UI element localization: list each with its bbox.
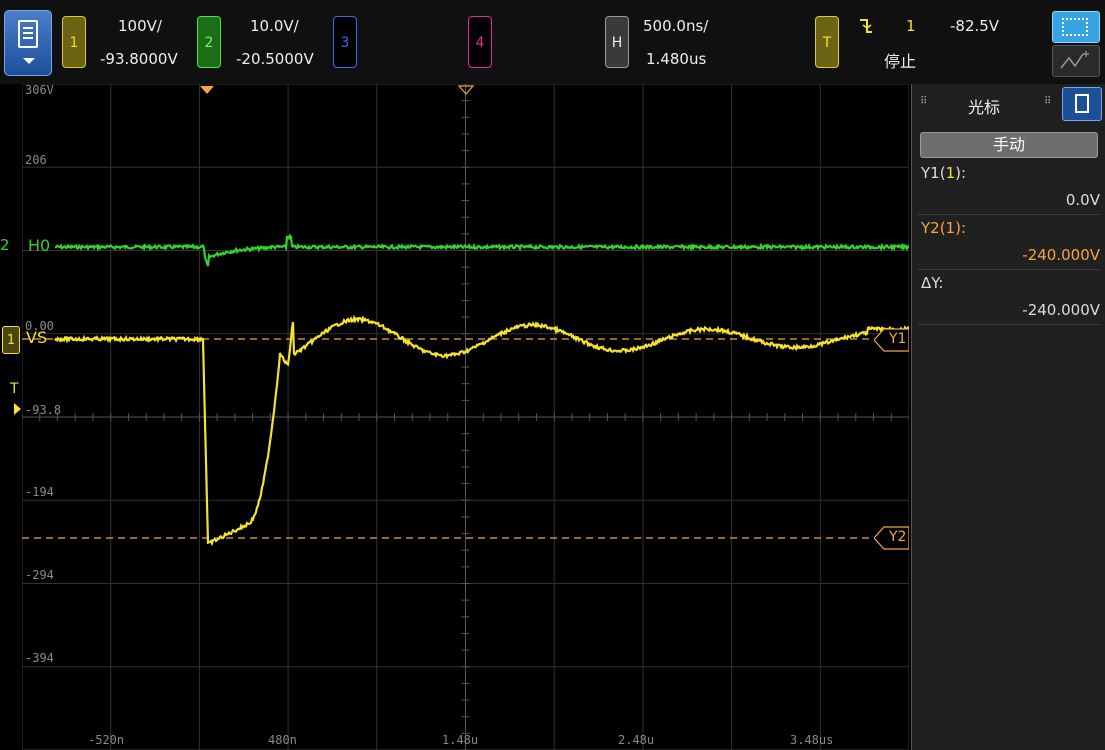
channel-3-number: 3 [340, 35, 350, 51]
panel-divider [918, 214, 1100, 215]
channel-1-number: 1 [69, 35, 79, 51]
trigger-arrow-icon [14, 403, 21, 415]
channel-1-scale[interactable]: 100V/ [118, 17, 162, 35]
cursor-delta-y-value: -240.000V [1022, 301, 1100, 319]
zoom-box-button[interactable] [1052, 11, 1100, 43]
cursor-y1-value[interactable]: 0.0V [1066, 191, 1100, 209]
y-axis-label: -194 [25, 485, 54, 499]
cursor-y2-label: Y2(1): [921, 219, 967, 237]
panel-divider [918, 269, 1100, 270]
cursor-y2-tag[interactable]: Y2 [874, 526, 909, 550]
menu-document-icon [18, 20, 38, 48]
channel-marker-strip [0, 84, 22, 750]
y-axis-label: 306V [25, 84, 54, 97]
cursor-panel-header: ⠿ 光标 ⠿ [912, 84, 1105, 124]
zoom-box-icon [1062, 18, 1088, 36]
channel-2-ground-marker[interactable]: 2 [0, 236, 10, 254]
trigger-button[interactable]: T [815, 16, 839, 68]
trigger-level-marker[interactable]: T [10, 381, 19, 397]
channel-3-button[interactable]: 3 [333, 16, 357, 68]
y-axis-label: 206 [25, 153, 47, 167]
channel-2-marker-number: 2 [0, 236, 10, 254]
channel-2-button[interactable]: 2 [197, 16, 221, 68]
channel-4-number: 4 [475, 35, 485, 51]
panel-divider [918, 324, 1100, 325]
horizontal-button[interactable]: H [605, 16, 629, 68]
falling-edge-icon [860, 19, 872, 33]
trigger-label: T [822, 35, 832, 51]
channel-1-label: VS [26, 328, 48, 347]
touch-gesture-button[interactable] [1052, 45, 1100, 77]
channel-2-scale[interactable]: 10.0V/ [250, 17, 299, 35]
trigger-source[interactable]: 1 [906, 17, 916, 35]
channel-4-button[interactable]: 4 [468, 16, 492, 68]
cursor-y1-tag[interactable]: Y1 [874, 328, 909, 352]
waveform-display[interactable]: 306V 206 -93.8 -194 -294 -394 0.00 -520n 480n 1.4… [22, 84, 909, 750]
cursor-delta-y-label: ΔY: [921, 274, 944, 292]
horizontal-label: H [611, 35, 623, 51]
channel-2-number: 2 [204, 35, 214, 51]
chevron-down-icon [23, 58, 35, 64]
delay-value[interactable]: 1.480us [646, 50, 706, 68]
channel-1-button[interactable]: 1 [62, 16, 86, 68]
channel-2-label: H0 [28, 236, 51, 255]
top-status-bar: 1 100V/ -93.8000V 2 10.0V/ -20.5000V 3 4… [0, 0, 1105, 84]
y-axis-label: -294 [25, 568, 54, 582]
x-axis-label: 1.48u [442, 733, 478, 747]
timebase-value[interactable]: 500.0ns/ [643, 17, 708, 35]
channel-1-waveform [54, 314, 909, 547]
trigger-position-marker-icon[interactable] [200, 86, 214, 94]
panel-menu-document-icon [1075, 94, 1089, 113]
cursor-y1-label: Y1(1): [921, 164, 967, 182]
waveform-zoom-icon [1060, 51, 1089, 69]
cursor-y2-value[interactable]: -240.000V [1022, 246, 1100, 264]
cursor-panel: ⠿ 光标 ⠿ 手动 Y1(1): 0.0V Y2(1): -240.000V Δ… [911, 84, 1105, 750]
trigger-level[interactable]: -82.5V [950, 17, 999, 35]
x-axis-label: -520n [88, 733, 124, 747]
panel-menu-button[interactable] [1062, 87, 1102, 121]
x-axis-label: 480n [268, 733, 297, 747]
y-axis-label: -93.8 [25, 403, 61, 417]
channel-1-marker-number: 1 [6, 333, 16, 348]
channel-2-offset[interactable]: -20.5000V [236, 50, 314, 68]
channel-1-offset[interactable]: -93.8000V [100, 50, 178, 68]
channel-1-ground-marker[interactable]: 1 [2, 326, 20, 354]
y-axis-label: -394 [25, 651, 54, 665]
main-menu-button[interactable] [4, 10, 52, 76]
cursor-panel-title: 光标 [967, 98, 1000, 117]
cursor-y1-tag-label: Y1 [889, 331, 907, 347]
drag-grip-icon-right[interactable]: ⠿ [1044, 96, 1051, 107]
x-axis-label: 2.48u [618, 733, 654, 747]
acquisition-status: 停止 [884, 52, 917, 71]
cursor-mode-button[interactable]: 手动 [920, 132, 1098, 158]
x-axis-label: 3.48us [790, 733, 833, 747]
cursor-y2-tag-label: Y2 [889, 529, 907, 545]
